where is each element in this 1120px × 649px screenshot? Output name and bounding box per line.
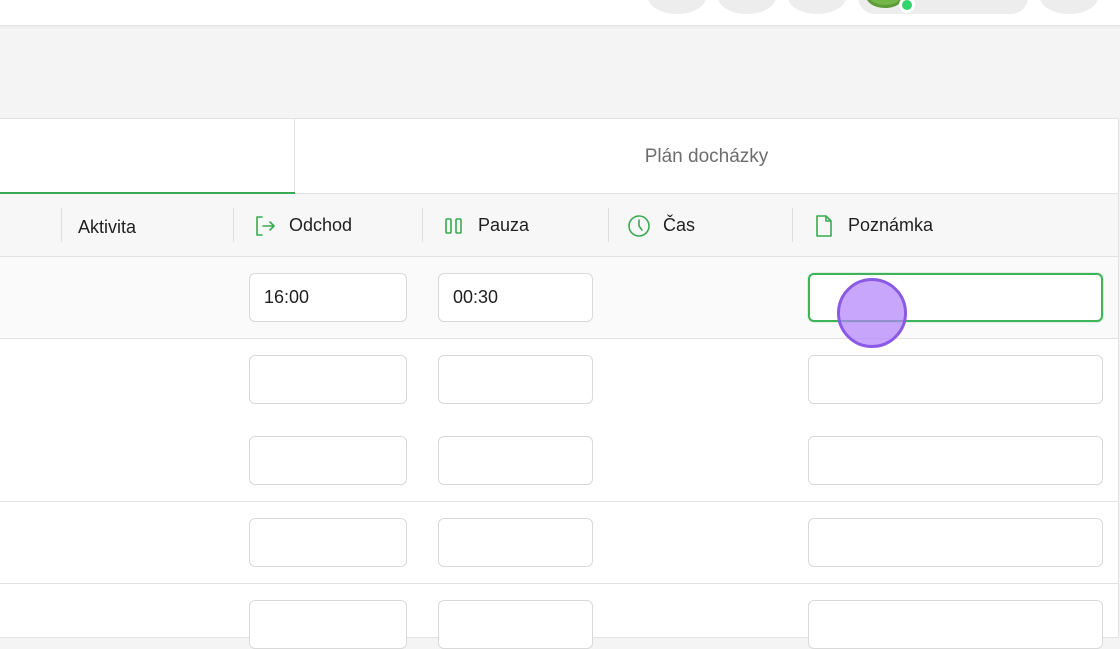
column-header-poznamka[interactable]: Poznámka: [812, 194, 933, 257]
column-separator: [422, 208, 423, 242]
column-header-label: Poznámka: [848, 215, 934, 235]
odchod-input[interactable]: [249, 600, 407, 649]
pauza-input[interactable]: [438, 600, 593, 649]
poznamka-input[interactable]: [808, 600, 1103, 649]
table-row: [0, 257, 1118, 339]
logout-icon: [256, 215, 275, 236]
table-header: Aktivita Odchod Pauza Čas Poznámka: [0, 194, 1118, 257]
click-indicator: [837, 278, 907, 348]
column-header-aktivita[interactable]: Aktivita: [78, 196, 136, 259]
odchod-input[interactable]: [249, 518, 407, 567]
column-header-label: Čas: [663, 215, 696, 235]
tab-bar: Plán docházky: [0, 119, 1118, 195]
column-header-label: Aktivita: [78, 217, 137, 237]
pauza-input[interactable]: [438, 518, 593, 567]
tab-attendance-plan[interactable]: Plán docházky: [295, 119, 1118, 194]
pauza-input[interactable]: [438, 273, 593, 322]
document-icon: [816, 214, 832, 237]
tab-attendance-plan-label: Plán docházky: [644, 145, 769, 167]
pauza-input[interactable]: [438, 436, 593, 485]
column-separator: [233, 208, 234, 242]
toolbar-button[interactable]: [1040, 0, 1098, 14]
toolbar-button[interactable]: [718, 0, 776, 14]
column-header-label: Pauza: [478, 215, 530, 235]
column-header-pauza[interactable]: Pauza: [442, 194, 529, 257]
odchod-input[interactable]: [249, 436, 407, 485]
column-header-label: Odchod: [289, 215, 353, 235]
table-row: [0, 584, 1118, 649]
column-separator: [608, 208, 609, 242]
pauza-input[interactable]: [438, 355, 593, 404]
column-separator: [61, 208, 62, 242]
poznamka-input[interactable]: [808, 355, 1103, 404]
column-header-cas[interactable]: Čas: [627, 194, 695, 257]
pause-icon: [445, 217, 462, 234]
table-row: [0, 502, 1118, 584]
column-separator: [792, 208, 793, 242]
toolbar-button[interactable]: [648, 0, 706, 14]
top-bar: [0, 0, 1120, 26]
tab-attendance[interactable]: [0, 119, 295, 195]
column-header-odchod[interactable]: Odchod: [253, 194, 352, 257]
odchod-input[interactable]: [249, 355, 407, 404]
odchod-input[interactable]: [249, 273, 407, 322]
poznamka-input[interactable]: [808, 518, 1103, 567]
table-row: [0, 339, 1118, 421]
table-row: [0, 420, 1118, 502]
toolbar-button[interactable]: [788, 0, 846, 14]
clock-icon: [628, 214, 650, 237]
poznamka-input[interactable]: [808, 436, 1103, 485]
